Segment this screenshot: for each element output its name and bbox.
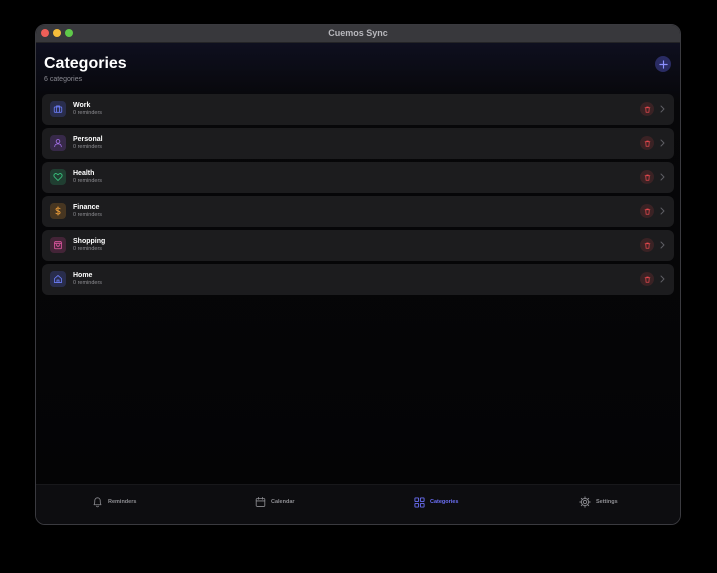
category-count: 6 categories — [44, 76, 83, 83]
category-row[interactable]: Home 0 reminders — [42, 264, 674, 295]
add-category-button[interactable] — [655, 56, 671, 72]
category-reminder-count: 0 reminders — [73, 212, 103, 218]
main-content: Categories 6 categories Work 0 reminders — [36, 43, 680, 486]
category-icon-container — [50, 271, 66, 287]
category-name: Home — [73, 272, 93, 279]
chevron-right-icon — [658, 206, 666, 216]
gear-icon — [579, 496, 591, 508]
chevron-right-icon — [658, 274, 666, 284]
shopping-bag-icon — [54, 241, 62, 250]
trash-icon — [644, 174, 650, 181]
category-icon-container — [50, 237, 66, 253]
category-row[interactable]: Work 0 reminders — [42, 94, 674, 125]
category-reminder-count: 0 reminders — [73, 246, 103, 252]
delete-category-button[interactable] — [640, 136, 654, 150]
category-reminder-count: 0 reminders — [73, 144, 103, 150]
tab-reminders[interactable]: Reminders — [92, 495, 136, 509]
trash-icon — [644, 242, 650, 249]
category-name: Work — [73, 102, 91, 109]
dollar-icon — [55, 206, 61, 216]
window-title: Cuemos Sync — [328, 28, 388, 38]
chevron-right-icon — [658, 172, 666, 182]
trash-icon — [644, 106, 650, 113]
category-icon-container — [50, 101, 66, 117]
category-name: Shopping — [73, 238, 106, 245]
category-name: Personal — [73, 136, 103, 143]
tab-label: Categories — [430, 499, 459, 505]
grid-icon — [414, 496, 425, 508]
calendar-icon — [255, 497, 266, 507]
tab-label: Calendar — [271, 499, 295, 505]
category-row[interactable]: Health 0 reminders — [42, 162, 674, 193]
plus-icon — [658, 59, 668, 69]
trash-icon — [644, 140, 650, 147]
category-icon-container — [50, 169, 66, 185]
title-bar: Cuemos Sync — [36, 25, 680, 43]
category-row[interactable]: Finance 0 reminders — [42, 196, 674, 227]
trash-icon — [644, 208, 650, 215]
briefcase-icon — [53, 105, 63, 113]
delete-category-button[interactable] — [640, 170, 654, 184]
app-window: Cuemos Sync Categories 6 categories Work… — [35, 24, 681, 525]
tab-settings[interactable]: Settings — [579, 495, 618, 509]
category-reminder-count: 0 reminders — [73, 110, 103, 116]
category-icon-container — [50, 203, 66, 219]
category-reminder-count: 0 reminders — [73, 280, 103, 286]
category-list: Work 0 reminders Personal 0 reminders He… — [42, 94, 674, 298]
chevron-right-icon — [658, 240, 666, 250]
category-icon-container — [50, 135, 66, 151]
category-row[interactable]: Personal 0 reminders — [42, 128, 674, 159]
house-icon — [54, 275, 62, 283]
heart-icon — [53, 173, 63, 181]
tab-label: Reminders — [108, 499, 137, 505]
delete-category-button[interactable] — [640, 238, 654, 252]
tab-label: Settings — [596, 499, 618, 505]
category-name: Health — [73, 170, 95, 177]
trash-icon — [644, 276, 650, 283]
bell-icon — [93, 497, 102, 508]
chevron-right-icon — [658, 138, 666, 148]
delete-category-button[interactable] — [640, 204, 654, 218]
person-icon — [54, 139, 62, 148]
tab-bar: Reminders Calendar Categories Settings — [36, 484, 680, 524]
page-title: Categories — [44, 55, 127, 72]
delete-category-button[interactable] — [640, 272, 654, 286]
delete-category-button[interactable] — [640, 102, 654, 116]
chevron-right-icon — [658, 104, 666, 114]
category-name: Finance — [73, 204, 100, 211]
tab-categories[interactable]: Categories — [414, 495, 458, 509]
category-reminder-count: 0 reminders — [73, 178, 103, 184]
tab-calendar[interactable]: Calendar — [255, 495, 295, 509]
category-row[interactable]: Shopping 0 reminders — [42, 230, 674, 261]
